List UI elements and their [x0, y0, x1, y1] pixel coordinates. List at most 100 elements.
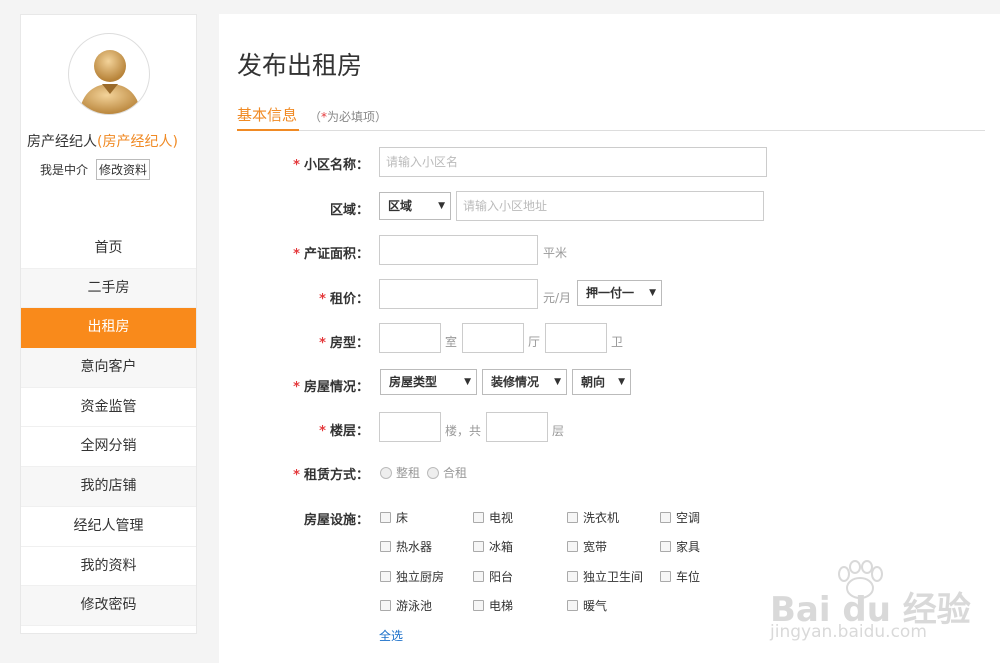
- required-mark: *: [319, 292, 326, 307]
- checkbox-icon: [660, 571, 671, 582]
- checkbox-icon: [380, 541, 391, 552]
- community-label-text: 小区名称：: [303, 158, 369, 173]
- facility-checkbox[interactable]: 冰箱: [473, 538, 513, 555]
- profile-sub-label: 我是中介: [40, 163, 89, 177]
- facility-label: 热水器: [396, 540, 433, 554]
- checkbox-icon: [567, 571, 578, 582]
- select-all-link[interactable]: 全选: [379, 627, 403, 644]
- required-mark: *: [293, 247, 300, 262]
- tab-basic-info[interactable]: 基本信息: [237, 104, 300, 131]
- halls-input[interactable]: [462, 323, 524, 353]
- facility-label: 车位: [676, 570, 701, 584]
- facility-label: 独立厨房: [396, 570, 445, 584]
- total-floors-unit: 层: [552, 424, 565, 438]
- facility-checkbox[interactable]: 电梯: [473, 597, 513, 614]
- checkbox-icon: [473, 541, 484, 552]
- facility-label: 游泳池: [396, 599, 433, 613]
- sidebar-item-change-password[interactable]: 修改密码: [21, 586, 196, 626]
- baths-input[interactable]: [545, 323, 607, 353]
- baths-unit: 卫: [611, 335, 624, 349]
- address-input[interactable]: [456, 191, 764, 221]
- facility-checkbox[interactable]: 车位: [660, 568, 700, 585]
- sidebar-item-distribution[interactable]: 全网分销: [21, 427, 196, 468]
- checkbox-icon: [660, 512, 671, 523]
- facility-checkbox[interactable]: 床: [380, 509, 408, 526]
- decoration-select[interactable]: 装修情况 ▼: [482, 369, 567, 395]
- facility-checkbox[interactable]: 暖气: [567, 597, 607, 614]
- orientation-select[interactable]: 朝向 ▼: [572, 369, 631, 395]
- required-note-text: 为必填项）: [327, 110, 388, 124]
- facility-label: 暖气: [583, 599, 608, 613]
- sidebar-item-rental[interactable]: 出租房: [21, 308, 196, 349]
- profile-role: (房产经纪人): [97, 134, 178, 150]
- floor-input[interactable]: [379, 412, 441, 442]
- avatar[interactable]: [68, 33, 150, 115]
- halls-unit: 厅: [528, 335, 541, 349]
- facility-checkbox[interactable]: 游泳池: [380, 597, 432, 614]
- district-select[interactable]: 区域 ▼: [379, 192, 451, 220]
- required-mark: *: [293, 468, 300, 483]
- payment-select-value: 押一付一: [586, 286, 635, 300]
- payment-select[interactable]: 押一付一 ▼: [577, 280, 662, 306]
- sidebar-item-agent-management[interactable]: 经纪人管理: [21, 507, 196, 547]
- rooms-input[interactable]: [379, 323, 441, 353]
- radio-whole-rent-label: 整租: [396, 466, 421, 480]
- edit-profile-button[interactable]: 修改资料: [96, 159, 151, 180]
- rent-unit: 元/月: [543, 291, 572, 305]
- facility-checkbox[interactable]: 阳台: [473, 568, 513, 585]
- facility-checkbox[interactable]: 电视: [473, 509, 513, 526]
- sidebar: 房产经纪人(房产经纪人) 我是中介 修改资料 首页 二手房 出租房 意向客户 资…: [20, 14, 197, 634]
- facility-checkbox[interactable]: 热水器: [380, 538, 432, 555]
- facility-label: 电视: [489, 511, 514, 525]
- sidebar-item-my-store[interactable]: 我的店铺: [21, 467, 196, 507]
- facility-label: 阳台: [489, 570, 514, 584]
- chevron-down-icon: ▼: [464, 377, 471, 387]
- rent-input[interactable]: [379, 279, 538, 309]
- profile-sub: 我是中介 修改资料: [40, 159, 151, 180]
- radio-shared-rent-label: 合租: [443, 466, 468, 480]
- checkbox-icon: [567, 541, 578, 552]
- layout-label-text: 房型：: [329, 336, 369, 351]
- house-type-value: 房屋类型: [389, 375, 438, 389]
- page-title: 发布出租房: [237, 51, 363, 80]
- checkbox-icon: [473, 512, 484, 523]
- condition-label: * 房屋情况：: [219, 376, 369, 395]
- required-mark: *: [293, 380, 300, 395]
- chevron-down-icon: ▼: [649, 288, 656, 298]
- sidebar-item-second-hand[interactable]: 二手房: [21, 268, 196, 309]
- checkbox-icon: [473, 571, 484, 582]
- chevron-down-icon: ▼: [438, 201, 445, 211]
- area-input[interactable]: [379, 235, 538, 265]
- house-type-select[interactable]: 房屋类型 ▼: [380, 369, 477, 395]
- area-label-text: 产证面积：: [303, 247, 369, 262]
- facility-checkbox[interactable]: 洗衣机: [567, 509, 619, 526]
- sidebar-item-prospects[interactable]: 意向客户: [21, 348, 196, 388]
- total-floors-input[interactable]: [486, 412, 548, 442]
- required-mark: *: [319, 336, 326, 351]
- facility-label: 电梯: [489, 599, 514, 613]
- required-note: （*为必填项）: [309, 108, 387, 125]
- orientation-value: 朝向: [581, 375, 606, 389]
- radio-whole-rent[interactable]: 整租: [380, 464, 420, 481]
- sidebar-item-fund-supervision[interactable]: 资金监管: [21, 388, 196, 428]
- facility-checkbox[interactable]: 独立厨房: [380, 568, 444, 585]
- condition-label-text: 房屋情况：: [303, 380, 369, 395]
- district-select-value: 区域: [388, 199, 413, 213]
- decoration-value: 装修情况: [491, 375, 540, 389]
- community-label: * 小区名称：: [219, 154, 369, 173]
- sidebar-item-my-profile[interactable]: 我的资料: [21, 547, 196, 587]
- watermark-url: jingyan.baidu.com: [770, 622, 927, 642]
- radio-shared-rent[interactable]: 合租: [427, 464, 467, 481]
- facility-checkbox[interactable]: 家具: [660, 538, 700, 555]
- facility-label: 空调: [676, 511, 701, 525]
- checkbox-icon: [567, 512, 578, 523]
- radio-circle-icon: [380, 466, 392, 479]
- rent-label-text: 租价：: [329, 292, 369, 307]
- facility-checkbox[interactable]: 独立卫生间: [567, 568, 643, 585]
- sidebar-item-home[interactable]: 首页: [21, 229, 196, 269]
- facility-checkbox[interactable]: 宽带: [567, 538, 607, 555]
- facility-checkbox[interactable]: 空调: [660, 509, 700, 526]
- facility-label: 洗衣机: [583, 511, 620, 525]
- layout-label: * 房型：: [219, 332, 369, 351]
- community-input[interactable]: [379, 147, 767, 177]
